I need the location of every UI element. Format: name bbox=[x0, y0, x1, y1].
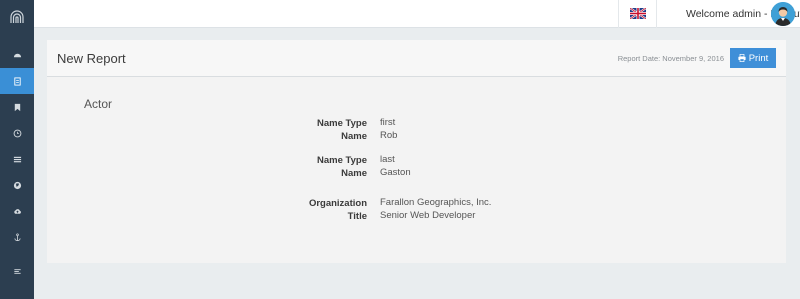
field-label-name: Name bbox=[341, 131, 367, 142]
uk-flag-icon[interactable] bbox=[630, 8, 646, 19]
field-label-name-type: Name Type bbox=[317, 155, 367, 166]
field-label-name-type: Name Type bbox=[317, 118, 367, 129]
field-value-name: Rob bbox=[380, 130, 398, 141]
field-value-organization: Farallon Geographics, Inc. bbox=[380, 197, 492, 208]
field-value-name-type: first bbox=[380, 117, 396, 128]
user-avatar-icon bbox=[771, 2, 795, 26]
print-button[interactable]: Print bbox=[730, 48, 776, 68]
field-label-title: Title bbox=[347, 211, 367, 222]
sidebar-item-menu[interactable] bbox=[0, 258, 34, 284]
anchor-icon bbox=[13, 233, 21, 241]
avatar[interactable] bbox=[771, 2, 795, 26]
field-value-name: Gaston bbox=[380, 167, 411, 178]
sidebar-item-reports[interactable] bbox=[0, 68, 34, 94]
sidebar-item-anchor[interactable] bbox=[0, 224, 34, 250]
field-value-name-type: last bbox=[380, 154, 395, 165]
sidebar-nav bbox=[0, 34, 34, 284]
page-title: New Report bbox=[57, 51, 126, 66]
dashboard-icon bbox=[13, 53, 21, 57]
nav-spacer bbox=[0, 34, 34, 42]
sidebar-item-upload[interactable] bbox=[0, 198, 34, 224]
report-icon bbox=[13, 76, 21, 86]
sidebar-item-list[interactable] bbox=[0, 146, 34, 172]
list-icon bbox=[13, 156, 21, 162]
top-bar: Welcome admin - Logout bbox=[34, 0, 800, 28]
sidebar-item-bookmarks[interactable] bbox=[0, 94, 34, 120]
report-panel: New Report Report Date: November 9, 2016… bbox=[47, 40, 786, 263]
nav-spacer bbox=[0, 250, 34, 258]
logo-arch-icon bbox=[10, 10, 24, 23]
panel-header: New Report Report Date: November 9, 2016… bbox=[47, 40, 786, 77]
sidebar-item-dashboard[interactable] bbox=[0, 42, 34, 68]
field-label-organization: Organization bbox=[308, 198, 367, 209]
app-logo[interactable] bbox=[0, 0, 34, 34]
globe-icon bbox=[13, 181, 21, 189]
print-button-label: Print bbox=[748, 52, 769, 64]
field-label-name: Name bbox=[341, 168, 367, 179]
print-icon bbox=[738, 54, 746, 62]
sidebar bbox=[0, 0, 34, 299]
menu-icon bbox=[13, 268, 21, 274]
clock-icon bbox=[13, 129, 21, 137]
cloud-upload-icon bbox=[13, 208, 21, 214]
sidebar-item-map[interactable] bbox=[0, 172, 34, 198]
topbar-divider bbox=[656, 0, 657, 28]
topbar-divider bbox=[618, 0, 619, 28]
field-value-title: Senior Web Developer bbox=[380, 210, 476, 221]
section-title-actor: Actor bbox=[84, 97, 113, 111]
report-date: Report Date: November 9, 2016 bbox=[617, 54, 724, 63]
sidebar-item-history[interactable] bbox=[0, 120, 34, 146]
bookmark-icon bbox=[14, 103, 20, 111]
